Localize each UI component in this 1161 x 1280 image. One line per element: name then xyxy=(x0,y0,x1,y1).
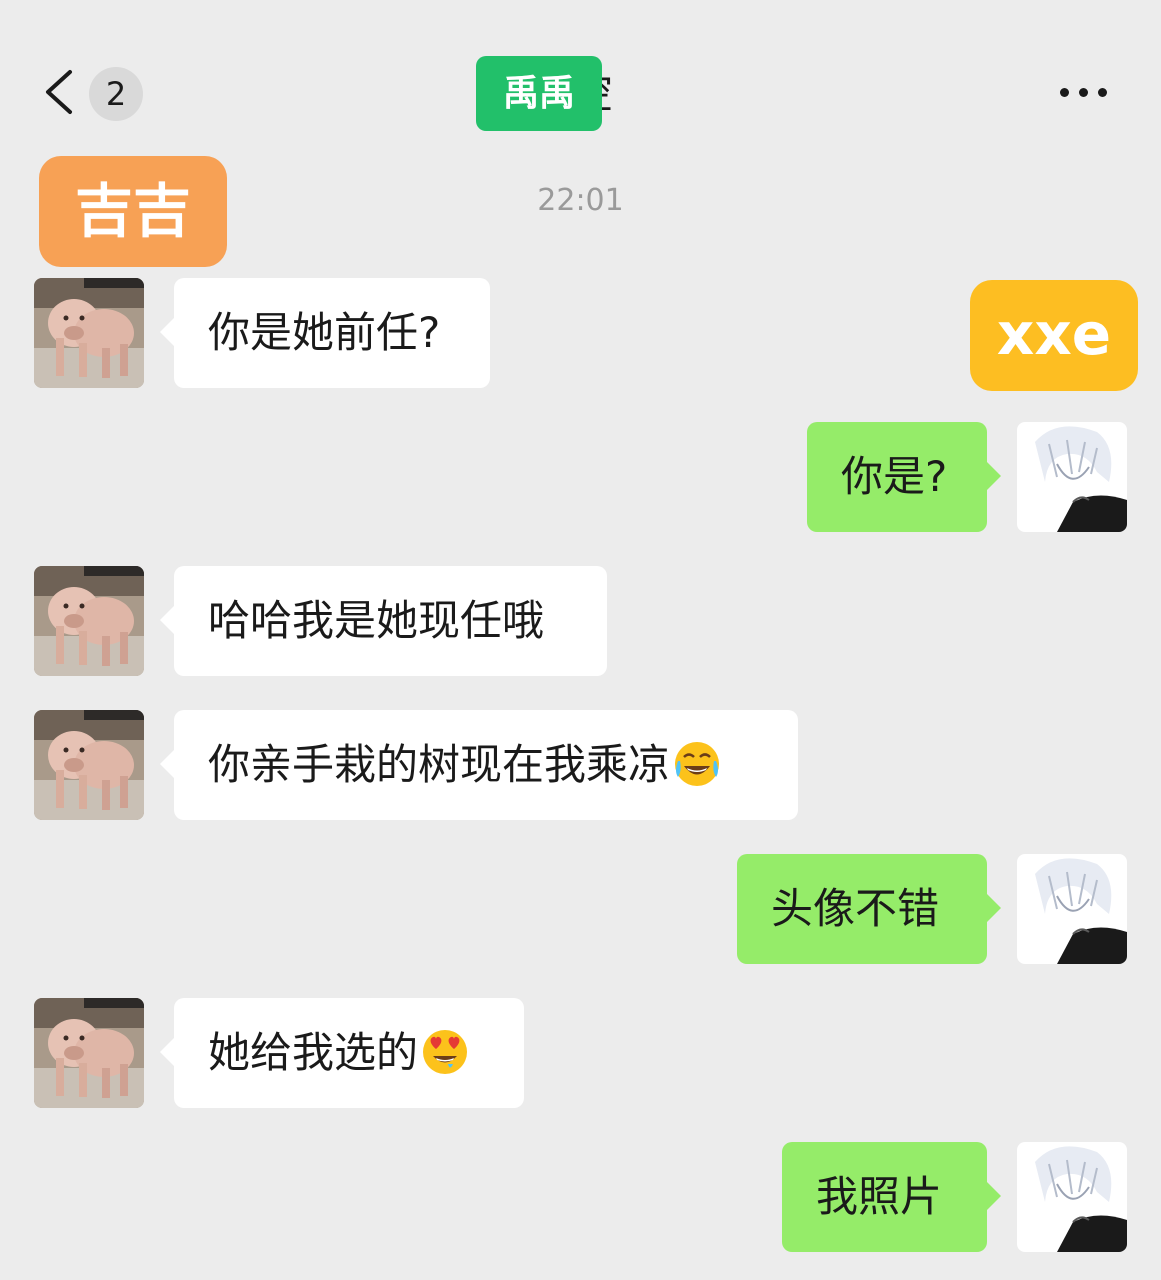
message-text: 我照片 xyxy=(816,1172,943,1221)
message-bubble-outgoing[interactable]: 我照片 xyxy=(782,1142,1001,1252)
message-timestamp: 22:01 xyxy=(537,183,624,218)
message-text: 你是? xyxy=(841,452,948,501)
message-bubble-incoming[interactable]: 你亲手栽的树现在我乘凉 xyxy=(160,710,798,820)
anime-avatar[interactable] xyxy=(1017,422,1127,532)
title-redaction-label: 禹禹 xyxy=(476,56,602,131)
pig-avatar[interactable] xyxy=(34,710,144,820)
message-text: 你亲手栽的树现在我乘凉 xyxy=(208,740,671,789)
message-text: 她给我选的 xyxy=(208,1028,419,1077)
unread-badge[interactable]: 2 xyxy=(89,67,143,121)
chevron-left-icon[interactable] xyxy=(40,68,80,116)
pig-avatar[interactable] xyxy=(34,998,144,1108)
more-dots-icon[interactable] xyxy=(1056,84,1112,102)
heart-eyes-emoji xyxy=(420,1027,470,1077)
message-text: 哈哈我是她现任哦 xyxy=(208,596,545,645)
tears-of-joy-emoji xyxy=(672,739,722,789)
anime-avatar[interactable] xyxy=(1017,1142,1127,1252)
message-text: 你是她前任? xyxy=(208,308,441,357)
anime-avatar[interactable] xyxy=(1017,854,1127,964)
right-user-tag: xxe xyxy=(970,280,1138,391)
message-bubble-incoming[interactable]: 你是她前任? xyxy=(160,278,490,388)
message-text: 头像不错 xyxy=(771,884,940,933)
message-bubble-incoming[interactable]: 她给我选的 xyxy=(160,998,524,1108)
message-bubble-incoming[interactable]: 哈哈我是她现任哦 xyxy=(160,566,607,676)
pig-avatar[interactable] xyxy=(34,566,144,676)
message-bubble-outgoing[interactable]: 你是? xyxy=(807,422,1001,532)
pig-avatar[interactable] xyxy=(34,278,144,388)
message-bubble-outgoing[interactable]: 头像不错 xyxy=(737,854,1001,964)
